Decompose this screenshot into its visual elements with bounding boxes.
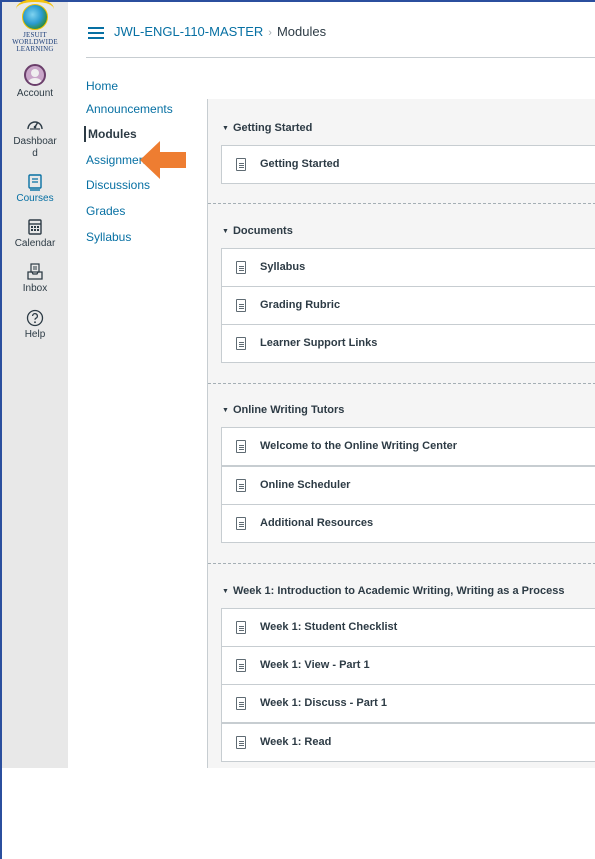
logo-text-line-3: LEARNING <box>16 45 54 53</box>
course-nav-modules[interactable]: Modules <box>84 126 137 142</box>
module-item-title: Learner Support Links <box>260 337 378 349</box>
global-nav-inbox-label: Inbox <box>22 283 48 294</box>
document-icon <box>236 697 246 710</box>
breadcrumb-separator: › <box>268 27 272 39</box>
document-icon <box>236 479 246 492</box>
module-title: Online Writing Tutors <box>232 404 345 416</box>
global-nav-calendar[interactable]: Calendar <box>2 217 68 250</box>
module-item-title: Welcome to the Online Writing Center <box>260 440 458 452</box>
module-header-online-writing-tutors[interactable]: ▼ Online Writing Tutors <box>222 404 344 416</box>
document-icon <box>236 261 246 274</box>
calendar-icon <box>28 219 42 235</box>
collapse-triangle-icon: ▼ <box>222 588 229 595</box>
course-nav-syllabus[interactable]: Syllabus <box>86 229 131 245</box>
global-nav-dashboard[interactable]: Dashboar d <box>2 115 68 160</box>
module-title: Documents <box>232 225 293 237</box>
module-header-getting-started[interactable]: ▼ Getting Started <box>222 122 312 134</box>
modules-content: ▼ Getting Started Getting Started ▼ Docume… <box>207 99 595 768</box>
module-item[interactable]: Week 1: View - Part 1 <box>221 646 595 685</box>
global-nav-account-label: Account <box>16 88 54 99</box>
module-item[interactable]: Getting Started <box>221 145 595 184</box>
header-divider <box>86 57 595 58</box>
module-item[interactable]: Week 1: Discuss - Part 1 <box>221 684 595 723</box>
account-avatar-icon <box>24 64 46 86</box>
dashboard-gauge-icon <box>27 121 43 130</box>
global-nav-help[interactable]: Help <box>2 308 68 341</box>
global-nav-dashboard-label: Dashboar d <box>13 136 57 159</box>
module-item-title: Week 1: Read <box>260 736 332 748</box>
inbox-icon <box>27 263 43 280</box>
module-title: Getting Started <box>232 122 313 134</box>
module-divider <box>208 203 595 204</box>
module-item[interactable]: Welcome to the Online Writing Center <box>221 427 595 466</box>
global-nav-courses[interactable]: Courses <box>2 172 68 205</box>
document-icon <box>236 337 246 350</box>
course-nav-announcements[interactable]: Announcements <box>86 101 173 117</box>
document-icon <box>236 621 246 634</box>
module-title: Week 1: Introduction to Academic Writing… <box>232 585 565 597</box>
help-circle-icon <box>26 309 44 327</box>
module-item[interactable]: Online Scheduler <box>221 466 595 505</box>
module-item-title: Week 1: Discuss - Part 1 <box>260 697 387 709</box>
orange-pointer-arrow-icon <box>140 141 186 179</box>
module-item[interactable]: Syllabus <box>221 248 595 287</box>
document-icon <box>236 299 246 312</box>
module-item[interactable]: Additional Resources <box>221 504 595 543</box>
breadcrumb: JWL-ENGL-110-MASTER › Modules <box>114 24 326 39</box>
collapse-triangle-icon: ▼ <box>222 125 229 132</box>
module-item-title: Getting Started <box>260 158 340 170</box>
module-divider <box>208 383 595 384</box>
breadcrumb-current-page: Modules <box>276 24 327 39</box>
module-item[interactable]: Learner Support Links <box>221 324 595 363</box>
module-item[interactable]: Week 1: Student Checklist <box>221 608 595 647</box>
document-icon <box>236 659 246 672</box>
module-item[interactable]: Week 1: Read <box>221 723 595 762</box>
courses-book-icon <box>28 174 42 191</box>
logo-globe-icon <box>22 4 48 30</box>
document-icon <box>236 440 246 453</box>
global-nav-account[interactable]: Account <box>2 64 68 100</box>
module-item[interactable]: Grading Rubric <box>221 286 595 325</box>
document-icon <box>236 158 246 171</box>
module-item-title: Week 1: View - Part 1 <box>260 659 370 671</box>
course-nav-home[interactable]: Home <box>86 78 118 94</box>
course-nav-discussions[interactable]: Discussions <box>86 177 150 193</box>
module-item-title: Syllabus <box>260 261 306 273</box>
document-icon <box>236 517 246 530</box>
module-item-title: Week 1: Student Checklist <box>260 621 398 633</box>
document-icon <box>236 736 246 749</box>
hamburger-menu-icon[interactable] <box>88 27 104 39</box>
collapse-triangle-icon: ▼ <box>222 228 229 235</box>
collapse-triangle-icon: ▼ <box>222 407 229 414</box>
module-item-title: Additional Resources <box>260 517 374 529</box>
global-navigation: JESUIT WORLDWIDE LEARNING Account Dashbo… <box>2 0 68 768</box>
global-nav-inbox[interactable]: Inbox <box>2 262 68 295</box>
module-header-documents[interactable]: ▼ Documents <box>222 225 293 237</box>
global-nav-courses-label: Courses <box>16 193 54 204</box>
global-nav-help-label: Help <box>24 329 46 340</box>
course-nav-grades[interactable]: Grades <box>86 203 125 219</box>
module-divider <box>208 563 595 564</box>
module-header-week-1[interactable]: ▼ Week 1: Introduction to Academic Writin… <box>222 585 564 597</box>
breadcrumb-course-link[interactable]: JWL-ENGL-110-MASTER <box>114 24 263 39</box>
logo-text: JESUIT WORLDWIDE LEARNING <box>2 32 68 53</box>
module-item-title: Online Scheduler <box>260 479 351 491</box>
jesuit-worldwide-learning-logo[interactable]: JESUIT WORLDWIDE LEARNING <box>2 0 68 62</box>
module-item-title: Grading Rubric <box>260 299 341 311</box>
global-nav-calendar-label: Calendar <box>14 238 56 249</box>
